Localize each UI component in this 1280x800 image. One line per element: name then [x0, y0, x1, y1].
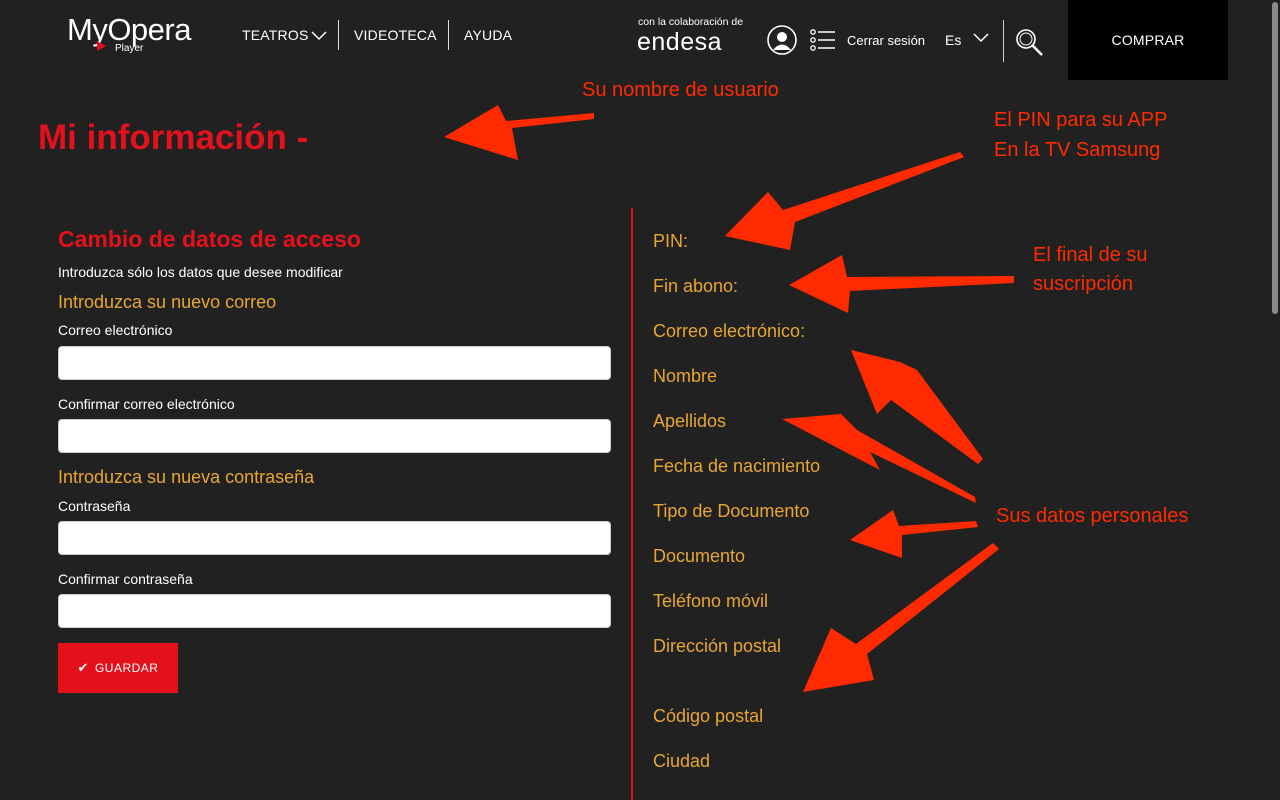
chevron-down-icon — [311, 31, 328, 41]
info-documento: Documento — [653, 546, 746, 566]
scrollbar[interactable] — [1270, 0, 1280, 800]
email-field[interactable] — [58, 346, 611, 380]
annotation-username: Su nombre de usuario — [582, 79, 779, 101]
email-confirm-label: Confirmar correo electrónico — [58, 396, 235, 412]
form-intro: Introduzca sólo los datos que desee modi… — [58, 264, 343, 280]
annotation-personal: Sus datos personales — [996, 505, 1189, 527]
search-icon[interactable] — [1014, 27, 1044, 57]
password-heading: Introduzca su nueva contraseña — [58, 467, 315, 487]
password-field[interactable] — [58, 521, 611, 555]
play-icon — [97, 41, 106, 51]
arrow-username — [444, 105, 594, 160]
nav-videoteca-label: VIDEOTECA — [354, 27, 437, 43]
list-menu-icon[interactable] — [810, 29, 836, 51]
nav-ayuda[interactable]: AYUDA — [464, 20, 512, 50]
info-pin: PIN: — [653, 231, 689, 251]
annotation-end-line1: El final de su — [1033, 244, 1148, 266]
info-fecha-nacimiento: Fecha de nacimiento — [653, 456, 821, 476]
save-button[interactable]: ✔ GUARDAR — [58, 643, 178, 693]
column-divider — [631, 208, 633, 800]
language-selector[interactable]: Es — [945, 32, 961, 48]
nav-divider — [338, 20, 339, 50]
scrollbar-thumb[interactable] — [1272, 2, 1278, 314]
chevron-down-icon[interactable] — [973, 33, 989, 43]
annotation-pin-line1: El PIN para su APP — [994, 109, 1168, 131]
info-codigo-postal: Código postal — [653, 706, 764, 726]
logo-subtitle: Player — [115, 43, 144, 54]
info-email: Correo electrónico: — [653, 321, 806, 341]
nav-divider — [448, 20, 449, 50]
page-title: Mi información - — [38, 118, 309, 157]
info-fin-abono: Fin abono: — [653, 276, 739, 296]
partner-caption: con la colaboración de — [638, 16, 744, 28]
arrow-direccion — [803, 543, 999, 692]
nav-teatros-label: TEATROS — [242, 27, 309, 43]
info-apellidos: Apellidos — [653, 411, 727, 431]
endesa-logo: endesa — [637, 28, 723, 56]
header-divider — [1003, 20, 1004, 62]
password-label: Contraseña — [58, 498, 131, 514]
buy-button[interactable]: COMPRAR — [1068, 0, 1228, 80]
logout-link[interactable]: Cerrar sesión — [847, 33, 925, 48]
info-ciudad: Ciudad — [653, 751, 711, 771]
info-telefono: Teléfono móvil — [653, 591, 769, 611]
arrow-pin — [725, 152, 964, 250]
check-icon: ✔ — [77, 660, 89, 675]
password-confirm-label: Confirmar contraseña — [58, 571, 193, 587]
myopera-logo[interactable]: MyOpera Player — [67, 12, 217, 56]
arrow-fin-abono — [789, 255, 1014, 313]
annotation-pin-line2: En la TV Samsung — [994, 139, 1161, 161]
save-button-label: GUARDAR — [94, 661, 159, 675]
password-confirm-field[interactable] — [58, 594, 611, 628]
info-tipo-documento: Tipo de Documento — [653, 501, 810, 521]
info-direccion: Dirección postal — [653, 636, 782, 656]
arrow-email — [851, 350, 983, 464]
annotation-end-line2: suscripción — [1033, 273, 1134, 295]
nav-teatros[interactable]: TEATROS — [242, 20, 328, 50]
nav-ayuda-label: AYUDA — [464, 27, 513, 43]
email-label: Correo electrónico — [58, 322, 173, 338]
user-account-icon[interactable] — [767, 25, 797, 55]
section-title: Cambio de datos de acceso — [58, 226, 361, 252]
nav-videoteca[interactable]: VIDEOTECA — [354, 20, 437, 50]
arrow-tipo-documento — [850, 510, 978, 558]
info-nombre: Nombre — [653, 366, 718, 386]
email-confirm-field[interactable] — [58, 419, 611, 453]
email-heading: Introduzca su nuevo correo — [58, 292, 277, 312]
